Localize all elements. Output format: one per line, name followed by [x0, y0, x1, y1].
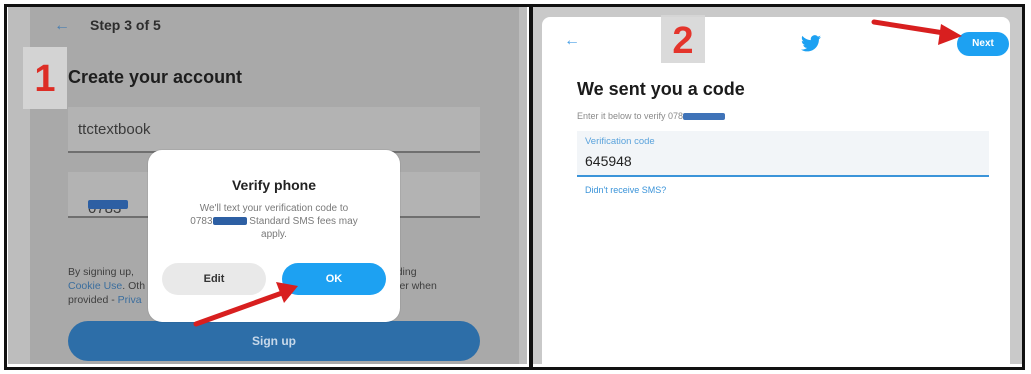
ok-button[interactable]: OK: [282, 263, 386, 295]
page-title: We sent you a code: [577, 79, 745, 99]
verification-code-field[interactable]: Verification code 645948: [577, 131, 989, 177]
next-button[interactable]: Next: [957, 32, 1009, 56]
verification-code-value: 645948: [585, 153, 632, 169]
name-field[interactable]: ttctextbook: [68, 107, 480, 153]
back-arrow-icon[interactable]: ←: [564, 32, 580, 50]
page-title: Create your account: [68, 67, 243, 87]
verify-phone-dialog: Verify phone We'll text your verificatio…: [148, 150, 400, 322]
step-badge-2: 2: [661, 15, 705, 63]
privacy-link[interactable]: Priva: [118, 294, 142, 306]
edit-button[interactable]: Edit: [162, 263, 266, 295]
cookie-use-link[interactable]: Cookie Use: [68, 280, 122, 292]
back-arrow-icon[interactable]: ←: [54, 17, 70, 35]
twitter-bird-icon: [801, 35, 821, 52]
verification-code-label: Verification code: [585, 136, 655, 147]
sign-up-button[interactable]: Sign up: [68, 321, 480, 361]
redaction-mark: [88, 200, 128, 209]
didnt-receive-sms-link[interactable]: Didn't receive SMS?: [585, 185, 666, 195]
verify-instructions: Enter it below to verify 078: [577, 111, 726, 121]
redaction-mark: [683, 113, 726, 121]
dialog-message: We'll text your verification code to 078…: [190, 203, 358, 240]
redaction-mark: [212, 217, 247, 226]
step-indicator: Step 3 of 5: [90, 17, 161, 33]
dialog-title: Verify phone: [231, 177, 317, 193]
name-value: ttctextbook: [78, 121, 151, 138]
panel-verification-code: ← 2 Next We sent you a code Enter it bel…: [533, 7, 1022, 364]
step-badge-1: 1: [23, 47, 67, 109]
panel-create-account: ← Step 3 of 5 1 Create your account ttct…: [8, 7, 527, 364]
